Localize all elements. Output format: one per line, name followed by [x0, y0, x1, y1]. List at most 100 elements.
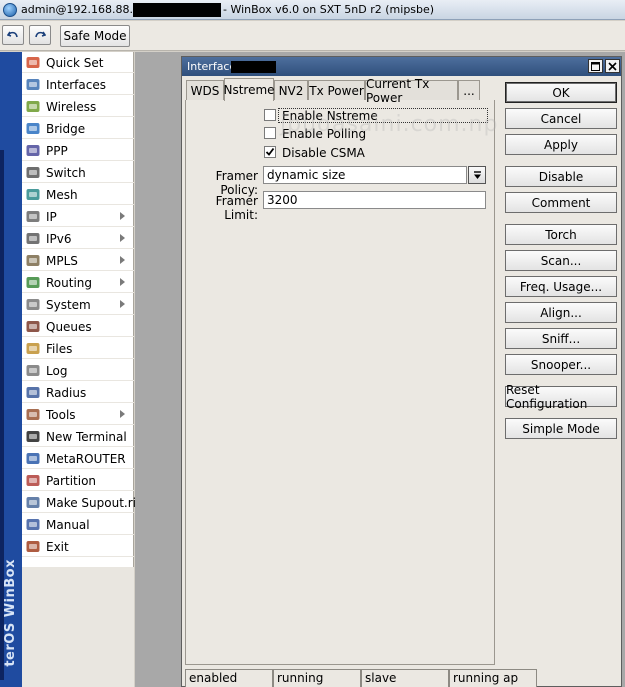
ipv6-icon	[25, 231, 41, 246]
log-icon	[25, 363, 41, 378]
snooper-button[interactable]: Snooper...	[505, 354, 617, 375]
undo-icon	[7, 31, 18, 38]
sidebar-item-partition[interactable]: Partition	[22, 470, 134, 491]
sidebar-item-label: IP	[46, 210, 57, 224]
torch-button[interactable]: Torch	[505, 224, 617, 245]
interface-dialog: Interface WDS Nstreme NV2 Tx Power Curre…	[181, 56, 622, 687]
sidebar-item-label: Wireless	[46, 100, 97, 114]
tab-tx-power[interactable]: Tx Power	[308, 80, 365, 100]
enable-polling-label: Enable Polling	[282, 127, 367, 141]
sidebar-item-make-supout-rif[interactable]: Make Supout.rif	[22, 492, 140, 513]
toolbar: Safe Mode	[0, 21, 625, 51]
cancel-button[interactable]: Cancel	[505, 108, 617, 129]
disable-csma-label: Disable CSMA	[282, 146, 365, 160]
sidebar-menu: Quick Set Interfaces Wireless Bridge PPP Swit…	[22, 52, 140, 567]
interfaces-icon	[25, 77, 41, 92]
freq-usage-button[interactable]: Freq. Usage...	[505, 276, 617, 297]
enable-nstreme-checkbox[interactable]	[264, 109, 276, 121]
sidebar-item-label: Tools	[46, 408, 76, 422]
sidebar-item-new-terminal[interactable]: New Terminal	[22, 426, 134, 447]
tab-nstreme[interactable]: Nstreme	[223, 78, 275, 101]
manual-icon	[25, 517, 41, 532]
sidebar-item-ppp[interactable]: PPP	[22, 140, 134, 161]
comment-button[interactable]: Comment	[505, 192, 617, 213]
sidebar-item-label: Radius	[46, 386, 87, 400]
sidebar-item-manual[interactable]: Manual	[22, 514, 134, 535]
sidebar-item-tools[interactable]: Tools	[22, 404, 134, 425]
window-title-bar: admin@192.168.88.1 - WinBox v6.0 on SXT …	[0, 0, 625, 20]
sidebar-item-mpls[interactable]: MPLS	[22, 250, 134, 271]
sidebar-item-metarouter[interactable]: MetaROUTER	[22, 448, 134, 469]
redo-button[interactable]	[29, 25, 51, 45]
sidebar-item-label: Make Supout.rif	[46, 496, 141, 510]
align-button[interactable]: Align...	[505, 302, 617, 323]
close-button[interactable]	[605, 59, 620, 73]
terminal-icon	[25, 429, 41, 444]
safe-mode-button[interactable]: Safe Mode	[60, 25, 130, 47]
scan-button[interactable]: Scan...	[505, 250, 617, 271]
enable-polling-checkbox[interactable]	[264, 127, 276, 139]
apply-button[interactable]: Apply	[505, 134, 617, 155]
sidebar-item-routing[interactable]: Routing	[22, 272, 134, 293]
sidebar-item-switch[interactable]: Switch	[22, 162, 134, 183]
dialog-title: Interface	[187, 60, 237, 73]
sidebar-empty-area	[22, 567, 134, 687]
supout-icon	[25, 495, 41, 510]
sidebar-item-mesh[interactable]: Mesh	[22, 184, 134, 205]
sidebar-item-ip[interactable]: IP	[22, 206, 134, 227]
bridge-icon	[25, 121, 41, 136]
undo-button[interactable]	[2, 25, 24, 45]
sidebar-item-label: Files	[46, 342, 73, 356]
sidebar-item-quick-set[interactable]: Quick Set	[22, 52, 134, 73]
sidebar-item-queues[interactable]: Queues	[22, 316, 134, 337]
sidebar-item-radius[interactable]: Radius	[22, 382, 134, 403]
sidebar-item-files[interactable]: Files	[22, 338, 134, 359]
framer-limit-input[interactable]: 3200	[263, 191, 486, 209]
tools-icon	[25, 407, 41, 422]
folder-icon	[25, 341, 41, 356]
tab-current-tx-power[interactable]: Current Tx Power	[365, 77, 458, 105]
tab-nv2[interactable]: NV2	[274, 80, 308, 100]
sidebar-item-label: MPLS	[46, 254, 78, 268]
winbox-app-icon	[3, 3, 17, 17]
status-slave: slave	[361, 669, 449, 687]
sidebar-item-exit[interactable]: Exit	[22, 536, 134, 557]
disable-csma-checkbox[interactable]	[264, 146, 276, 158]
tab-wds[interactable]: WDS	[186, 80, 224, 100]
submenu-arrow-icon	[120, 410, 125, 418]
sidebar-item-label: System	[46, 298, 91, 312]
tab-more[interactable]: ...	[458, 80, 480, 100]
status-enabled: enabled	[185, 669, 273, 687]
sidebar-item-interfaces[interactable]: Interfaces	[22, 74, 134, 95]
reset-configuration-button[interactable]: Reset Configuration	[505, 383, 617, 411]
sidebar-item-label: New Terminal	[46, 430, 127, 444]
ok-button[interactable]: OK	[505, 82, 617, 103]
quick-set-icon	[25, 55, 41, 70]
framer-policy-dropdown-button[interactable]	[468, 166, 486, 184]
switch-icon	[25, 165, 41, 180]
mesh-icon	[25, 187, 41, 202]
sniff-button[interactable]: Sniff...	[505, 328, 617, 349]
sidebar-item-ipv6[interactable]: IPv6	[22, 228, 134, 249]
sidebar-item-label: Switch	[46, 166, 86, 180]
sidebar-item-wireless[interactable]: Wireless	[22, 96, 134, 117]
sidebar-item-log[interactable]: Log	[22, 360, 134, 381]
simple-mode-button[interactable]: Simple Mode	[505, 418, 617, 439]
framer-limit-label: Framer Limit:	[215, 194, 258, 222]
framer-policy-select[interactable]: dynamic size	[263, 166, 467, 184]
strip-shadow	[0, 150, 4, 680]
submenu-arrow-icon	[120, 212, 125, 220]
enable-nstreme-label: Enable Nstreme	[282, 109, 378, 123]
sidebar-item-system[interactable]: System	[22, 294, 134, 315]
sidebar-item-label: Partition	[46, 474, 97, 488]
sidebar-item-label: Mesh	[46, 188, 78, 202]
ip-icon	[25, 209, 41, 224]
sidebar-item-label: Log	[46, 364, 68, 378]
window-title-user: admin@192.168.88.1	[21, 3, 140, 16]
dialog-title-bar[interactable]: Interface	[182, 57, 621, 76]
redacted-block	[133, 3, 221, 17]
sidebar-item-bridge[interactable]: Bridge	[22, 118, 134, 139]
maximize-button[interactable]	[588, 59, 603, 73]
redo-icon	[35, 31, 46, 38]
disable-button[interactable]: Disable	[505, 166, 617, 187]
